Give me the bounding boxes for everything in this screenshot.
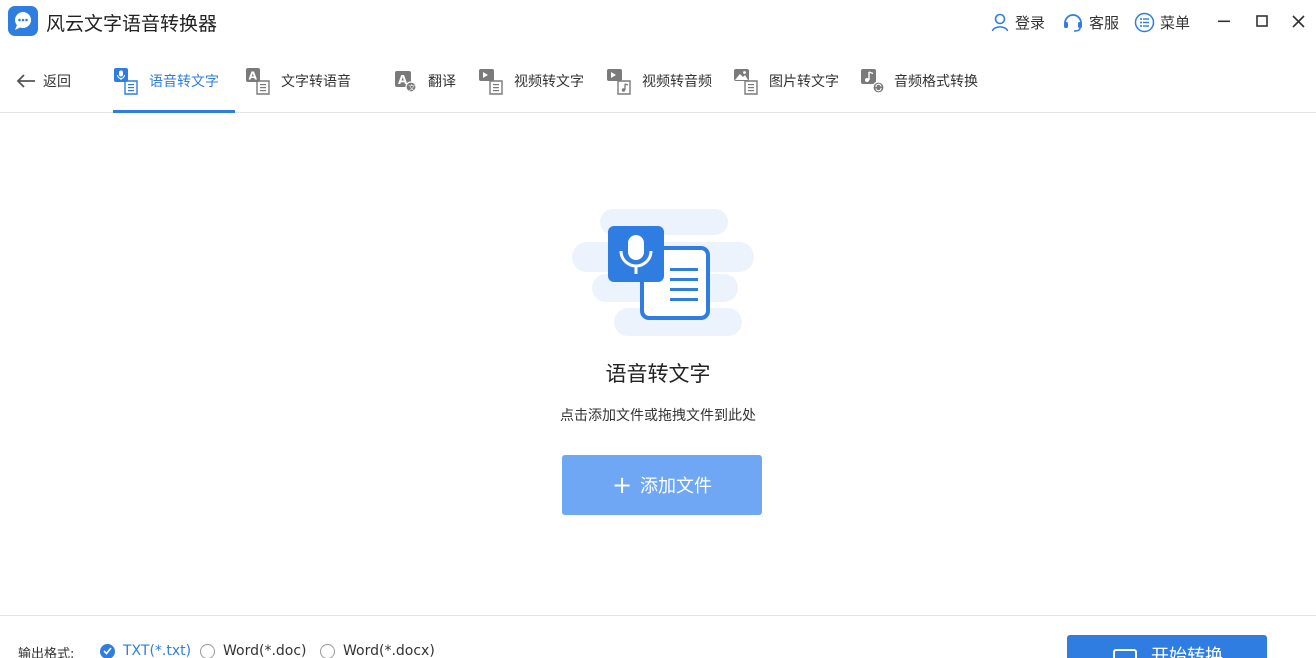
arrow-left-icon (16, 74, 35, 88)
title-bar: 风云文字语音转换器 登录 客服 菜单 (0, 0, 1316, 44)
drop-hint: 点击添加文件或拖拽文件到此处 (560, 408, 756, 424)
service-label: 客服 (1089, 13, 1120, 32)
menu-list-icon (1134, 12, 1155, 32)
mic-doc-icon (114, 68, 138, 95)
tab-label: 翻译 (428, 74, 456, 90)
minimize-icon (1218, 20, 1230, 23)
tab-label: 语音转文字 (149, 74, 219, 90)
svg-text:文: 文 (408, 83, 415, 92)
login-button[interactable]: 登录 (990, 10, 1045, 34)
tab-video-to-text[interactable]: 视频转文字 (478, 66, 584, 96)
tab-label: 音频格式转换 (894, 74, 978, 90)
start-convert-button[interactable]: 开始转换 (1067, 635, 1267, 658)
audio-convert-icon (861, 69, 885, 94)
format-option-doc[interactable]: Word(*.doc) (200, 641, 307, 658)
add-file-button[interactable]: + 添加文件 (562, 455, 762, 515)
tab-label: 视频转音频 (642, 74, 712, 90)
start-convert-label: 开始转换 (1151, 646, 1223, 658)
back-label: 返回 (43, 74, 71, 90)
image-doc-icon (734, 69, 758, 95)
active-tab-indicator (113, 110, 235, 113)
tab-text-to-speech[interactable]: A 文字转语音 (245, 66, 351, 96)
bottom-bar: 输出格式: TXT(*.txt) Word(*.doc) Word(*.docx… (0, 615, 1316, 658)
format-option-docx[interactable]: Word(*.docx) (320, 641, 435, 658)
login-label: 登录 (1015, 13, 1046, 32)
tab-label: 图片转文字 (769, 74, 839, 90)
speech-to-text-illustration (572, 209, 754, 336)
convert-icon (1113, 649, 1137, 658)
radio-checked-icon (100, 643, 115, 658)
headset-icon (1064, 14, 1082, 32)
menu-label: 菜单 (1160, 13, 1191, 32)
menu-button[interactable]: 菜单 (1134, 10, 1190, 34)
app-logo-icon (8, 6, 38, 36)
close-button[interactable] (1286, 9, 1310, 33)
customer-service-button[interactable]: 客服 (1062, 10, 1119, 34)
video-doc-icon (479, 69, 503, 95)
back-button[interactable]: 返回 (16, 69, 71, 93)
tab-speech-to-text[interactable]: 语音转文字 (113, 66, 219, 96)
add-file-label: 添加文件 (640, 476, 713, 497)
tab-video-to-audio[interactable]: 视频转音频 (606, 66, 712, 96)
maximize-icon (1256, 15, 1268, 27)
video-audio-icon (607, 69, 631, 95)
translate-icon: A 文 (395, 71, 417, 93)
tab-label: 视频转文字 (514, 74, 584, 90)
tab-image-to-text[interactable]: 图片转文字 (733, 66, 839, 96)
plus-icon: + (611, 471, 633, 499)
user-icon (991, 13, 1009, 32)
output-format-label: 输出格式: (18, 647, 75, 658)
minimize-button[interactable] (1212, 9, 1236, 33)
app-title: 风云文字语音转换器 (46, 13, 218, 35)
tab-label: 文字转语音 (281, 74, 351, 90)
format-label: Word(*.docx) (343, 643, 435, 658)
tab-translate[interactable]: A 文 翻译 (394, 66, 456, 96)
text-speech-icon: A (246, 68, 270, 95)
radio-unchecked-icon (320, 643, 335, 658)
format-label: Word(*.doc) (223, 643, 307, 658)
format-option-txt[interactable]: TXT(*.txt) (100, 641, 191, 658)
feature-nav: 返回 语音转文字 A 文字转语音 A 文 翻译 视频转文字 视频转音频 图片转文… (0, 52, 1316, 113)
maximize-button[interactable] (1250, 9, 1274, 33)
feature-title: 语音转文字 (605, 362, 711, 386)
svg-text:A: A (249, 70, 258, 83)
tab-audio-format-convert[interactable]: 音频格式转换 (860, 66, 978, 96)
format-label: TXT(*.txt) (123, 643, 192, 658)
radio-unchecked-icon (200, 643, 215, 658)
close-icon (1291, 14, 1305, 28)
